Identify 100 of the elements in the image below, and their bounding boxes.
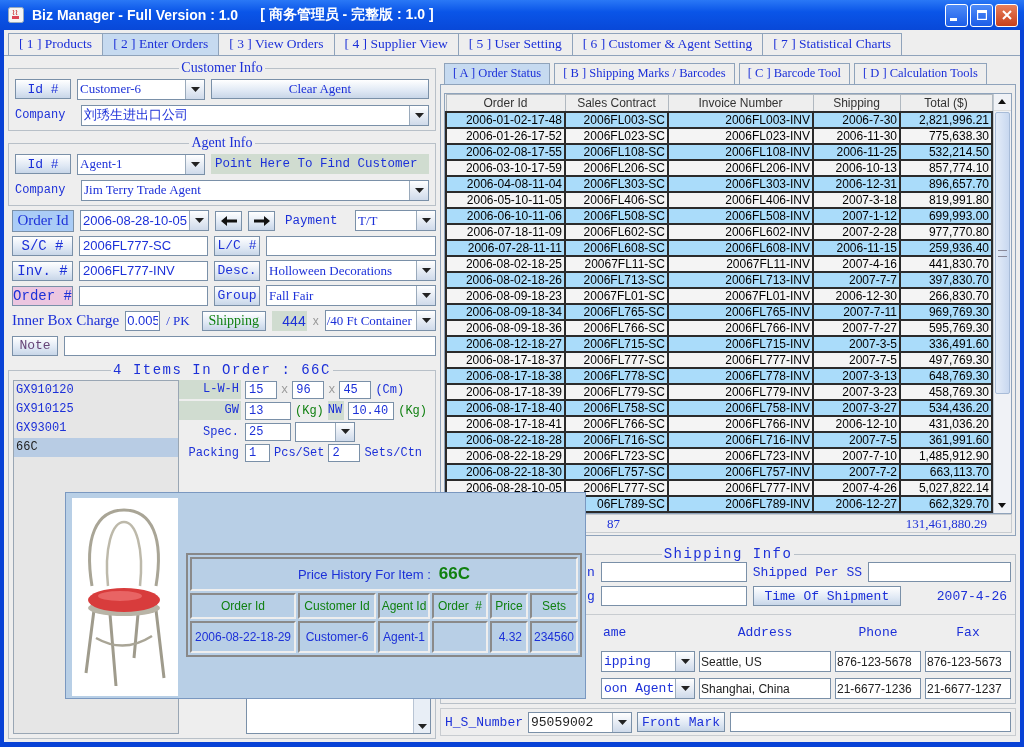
label: n [587, 564, 595, 580]
address-field[interactable]: Seattle, US [699, 651, 831, 672]
column-header[interactable]: Total ($) [900, 94, 992, 112]
grand-total: 131,461,880.29 [905, 515, 987, 532]
order-number-field[interactable] [79, 285, 208, 306]
maximize-icon [976, 10, 987, 20]
agent-dropdown[interactable]: Agent-1 [77, 153, 205, 175]
table-cell: Customer-6 [298, 621, 376, 653]
container-dropdown[interactable]: /40 Ft Container [324, 310, 436, 331]
sc-button[interactable]: S/C # [12, 235, 73, 256]
text-area[interactable] [246, 698, 431, 734]
previous-button[interactable] [215, 210, 242, 231]
scrollbar[interactable] [993, 94, 1011, 513]
lc-button[interactable]: L/C # [214, 235, 260, 256]
container-count: 444 [271, 310, 307, 331]
fax-field[interactable]: 21-6677-1237 [925, 678, 1011, 699]
caret-icon [680, 659, 690, 664]
spec-dropdown[interactable] [295, 421, 355, 442]
invoice-button[interactable]: Inv. # [12, 260, 73, 281]
gross-weight-field[interactable]: 13 [245, 401, 291, 420]
description-dropdown[interactable]: Holloween Decorations [266, 260, 436, 281]
address-field[interactable]: Shanghai, China [699, 678, 831, 699]
tab[interactable]: [ 1 ] Products [8, 33, 104, 55]
column-header[interactable]: Shipping [813, 94, 900, 112]
list-item[interactable]: 66C [14, 438, 178, 457]
unit-label: Pcs/Set [274, 445, 325, 460]
unit-label: (Cm) [375, 382, 405, 397]
shipped-per-label: Shipped Per SS [752, 564, 863, 580]
minimize-button[interactable] [945, 3, 968, 27]
shipping-button[interactable]: Shipping [201, 310, 266, 331]
tab[interactable]: [ D ] Calculation Tools [854, 63, 987, 84]
tab[interactable]: [ A ] Order Status [444, 63, 551, 84]
section-title: Customer Info [180, 60, 264, 76]
list-item[interactable]: GX910120 [14, 381, 178, 400]
window-title: [ 商务管理员 - 完整版 : 1.0 ] [260, 6, 434, 24]
table-cell: 2006-08-22-18-29 [190, 621, 296, 653]
unit-label: Sets/Ctn [364, 445, 423, 460]
next-button[interactable] [248, 210, 275, 231]
time-of-shipment-button[interactable]: Time Of Shipment [752, 586, 901, 606]
caret-icon [190, 161, 200, 167]
section-title: 4 Items In Order : 66C [112, 362, 332, 378]
list-item[interactable]: GX910125 [14, 400, 178, 419]
length-field[interactable]: 15 [245, 380, 277, 399]
sc-field[interactable]: 2006FL777-SC [79, 235, 208, 256]
clear-agent-button[interactable]: Clear Agent [211, 79, 429, 99]
payment-dropdown[interactable]: T/T [355, 210, 436, 231]
width-field[interactable]: 96 [292, 380, 325, 399]
app-icon [8, 7, 24, 23]
party-dropdown[interactable]: ipping [601, 651, 695, 672]
column-header[interactable]: Order Id [446, 94, 565, 112]
left-arrow-icon [220, 215, 237, 226]
caret-icon [421, 293, 431, 298]
company-dropdown[interactable]: Jim Terry Trade Agent [81, 179, 429, 201]
group-dropdown[interactable]: Fall Fair [266, 285, 436, 306]
table-cell: 4.32 [490, 621, 528, 653]
times-sign: x [328, 382, 336, 397]
note-field[interactable] [64, 335, 436, 356]
order-number-button[interactable]: Order # [12, 285, 73, 306]
spec-field[interactable]: 25 [245, 422, 291, 441]
height-field[interactable]: 45 [339, 380, 372, 399]
note-button[interactable]: Note [12, 335, 58, 356]
input-field[interactable] [600, 562, 747, 582]
front-mark-field[interactable] [730, 712, 1011, 732]
hs-number-dropdown[interactable]: 95059002 [528, 711, 632, 733]
description-button[interactable]: Desc. [214, 260, 260, 281]
party-dropdown[interactable]: oon Agent [601, 678, 695, 699]
tab[interactable]: [ 7 ] Statistical Charts [762, 33, 902, 55]
shipped-per-field[interactable] [868, 562, 1011, 582]
company-dropdown[interactable]: 刘琇生进出口公司 [81, 104, 429, 126]
column-header[interactable]: Sales Contract [565, 94, 668, 112]
phone-field[interactable]: 21-6677-1236 [835, 678, 921, 699]
close-button[interactable] [995, 3, 1018, 27]
times-sign: x [281, 382, 289, 397]
sets-field[interactable]: 2 [328, 443, 361, 462]
input-field[interactable] [600, 586, 747, 606]
invoice-field[interactable]: 2006FL777-INV [79, 260, 208, 281]
tab[interactable]: [ C ] Barcode Tool [738, 63, 850, 84]
net-weight-field[interactable]: 10.40 [348, 401, 395, 420]
unit-label: (Kg) [398, 403, 428, 418]
column-header[interactable]: Invoice Number [668, 94, 813, 112]
id-button[interactable]: Id # [15, 154, 71, 174]
list-item[interactable]: GX93001 [14, 419, 178, 438]
group-button[interactable]: Group [214, 285, 260, 306]
lc-field[interactable] [266, 235, 436, 256]
tab[interactable]: [ 2 ] Enter Orders [102, 33, 220, 55]
customer-dropdown[interactable]: Customer-6 [77, 78, 205, 100]
hs-number-label: H_S_Number [445, 714, 523, 730]
maximize-button[interactable] [970, 3, 993, 27]
pieces-field[interactable]: 1 [245, 443, 270, 462]
payment-label: Payment [284, 213, 339, 228]
section-title: Shipping Info [662, 546, 794, 562]
tab[interactable]: [ B ] Shipping Marks / Barcodes [554, 63, 735, 84]
shipment-date: 2007-4-26 [936, 588, 1008, 604]
order-id-button[interactable]: Order Id [12, 209, 74, 232]
id-button[interactable]: Id # [15, 79, 71, 99]
phone-field[interactable]: 876-123-5678 [835, 651, 921, 672]
column-header: Agent Id [378, 593, 430, 619]
order-id-dropdown[interactable]: 2006-08-28-10-05 [80, 210, 209, 231]
fax-field[interactable]: 876-123-5673 [925, 651, 1011, 672]
front-mark-button[interactable]: Front Mark [637, 712, 725, 732]
